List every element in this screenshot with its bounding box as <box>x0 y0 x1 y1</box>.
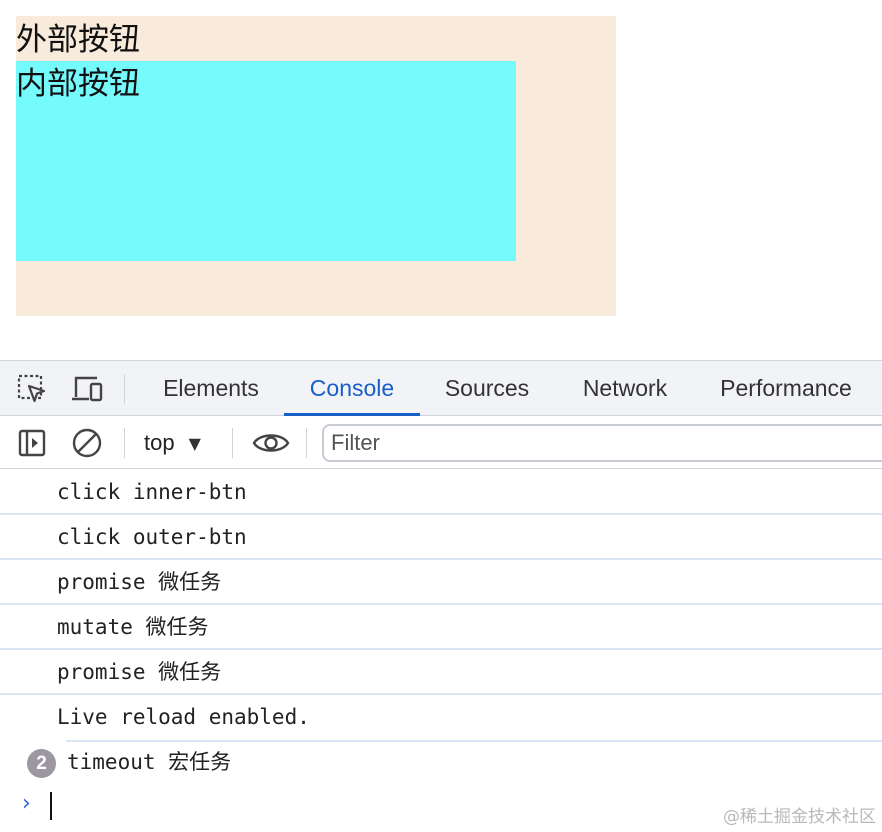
text-cursor <box>50 792 52 820</box>
tabbar-divider <box>124 374 125 404</box>
devtools-panel: Elements Console Sources Network Perform… <box>0 360 882 832</box>
prompt-chevron-icon: › <box>22 791 31 816</box>
outer-button[interactable]: 外部按钮 内部按钮 <box>16 16 616 316</box>
devtools-tab-bar: Elements Console Sources Network Perform… <box>0 360 882 416</box>
outer-button-label: 外部按钮 <box>16 22 140 58</box>
console-message: mutate 微任务 <box>0 605 882 650</box>
console-message: Live reload enabled. <box>57 705 310 729</box>
caret-down-icon: ▼ <box>188 433 201 453</box>
watermark: @稀土掘金技术社区 <box>723 807 876 827</box>
message-divider <box>66 740 882 742</box>
toolbar-divider <box>124 428 125 458</box>
tab-console[interactable]: Console <box>284 361 420 416</box>
inspect-element-icon[interactable] <box>15 373 49 405</box>
console-message-repeated: 2 timeout 宏任务 <box>0 740 882 785</box>
device-toolbar-icon[interactable] <box>70 373 104 405</box>
console-message: promise 微任务 <box>0 650 882 695</box>
toolbar-divider <box>306 428 307 458</box>
console-message: promise 微任务 <box>0 560 882 605</box>
context-selector[interactable]: top ▼ <box>136 426 220 460</box>
toolbar-divider <box>232 428 233 458</box>
clear-console-icon[interactable] <box>70 426 104 460</box>
console-message: click outer-btn <box>0 515 882 560</box>
console-message-text: timeout 宏任务 <box>67 750 232 774</box>
tab-network[interactable]: Network <box>565 361 685 416</box>
eye-icon[interactable] <box>251 426 291 460</box>
filter-input[interactable] <box>322 424 882 462</box>
inner-button-label: 内部按钮 <box>16 66 140 102</box>
tab-elements[interactable]: Elements <box>146 361 276 416</box>
tab-performance[interactable]: Performance <box>706 361 866 416</box>
console-messages: click inner-btn click outer-btn promise … <box>0 470 882 829</box>
console-toolbar: top ▼ <box>0 416 882 469</box>
context-label: top <box>144 430 175 455</box>
repeat-count-badge: 2 <box>27 749 56 778</box>
inner-button[interactable]: 内部按钮 <box>16 61 516 261</box>
tab-sources[interactable]: Sources <box>428 361 546 416</box>
sidebar-toggle-icon[interactable] <box>15 426 49 460</box>
page: 外部按钮 内部按钮 Elements Console Sources Netwo… <box>0 0 882 832</box>
console-message: click inner-btn <box>0 470 882 515</box>
